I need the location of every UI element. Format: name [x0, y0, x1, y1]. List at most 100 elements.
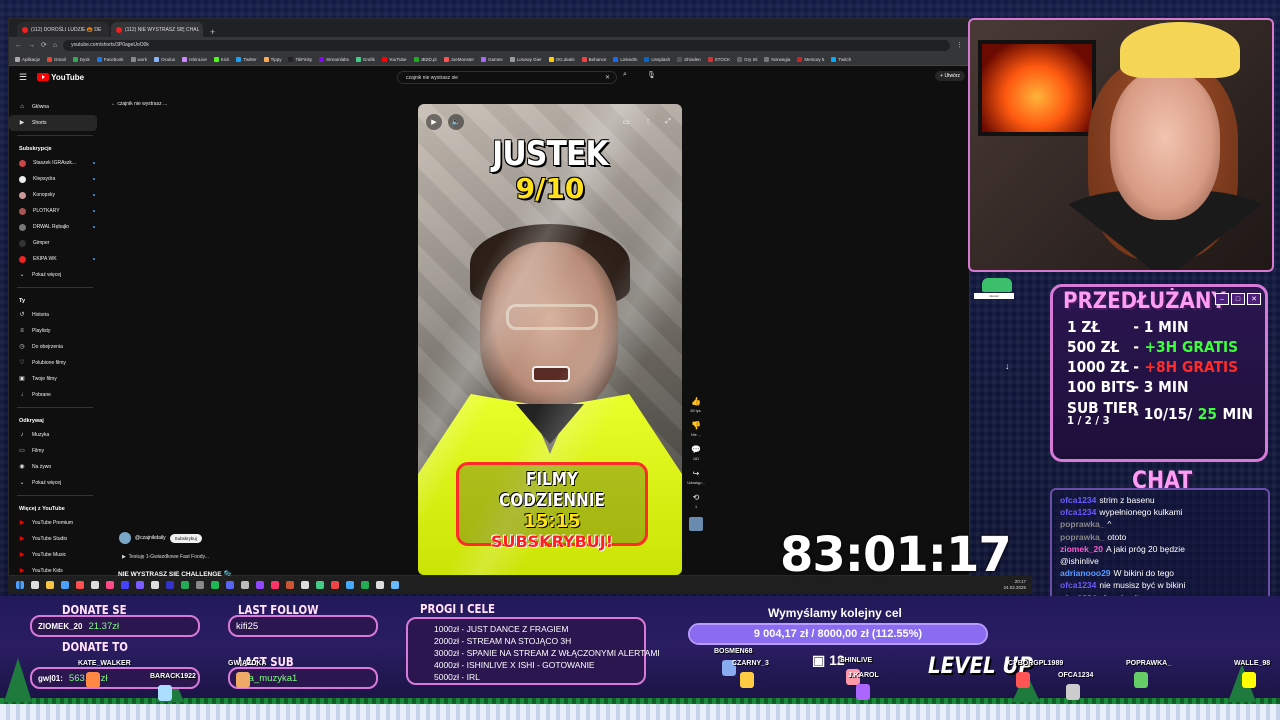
taskbar-app-icon[interactable]: [121, 581, 129, 589]
bookmark-item[interactable]: Streamlabs: [319, 56, 349, 62]
sidebar-item-more[interactable]: ▶ YouTube Music: [9, 547, 101, 563]
bookmark-item[interactable]: JoeMonster: [443, 56, 474, 62]
new-tab-icon[interactable]: +: [205, 27, 220, 37]
taskbar-app-icon[interactable]: [46, 581, 54, 589]
taskbar-app-icon[interactable]: [256, 581, 264, 589]
sidebar-item-subscription[interactable]: Staszek IGRAszk...: [9, 155, 101, 171]
short-action-thumbs-down[interactable]: 👎 Nie ...: [687, 421, 705, 437]
bookmark-item[interactable]: YouTube: [381, 56, 407, 62]
taskbar-app-icon[interactable]: [166, 581, 174, 589]
youtube-logo[interactable]: YouTube: [37, 73, 84, 82]
bookmark-item[interactable]: TikFinity: [288, 56, 312, 62]
subscribe-button[interactable]: Subskrybuj: [169, 533, 202, 543]
create-button[interactable]: + Utwórz: [935, 71, 965, 81]
taskbar-app-icon[interactable]: [106, 581, 114, 589]
reload-icon[interactable]: ⟳: [41, 41, 47, 49]
clear-search-icon[interactable]: ✕: [605, 74, 610, 81]
back-arrow-icon[interactable]: ←: [15, 42, 22, 49]
bookmark-item[interactable]: Kick: [213, 56, 229, 62]
home-icon[interactable]: ⌂: [53, 42, 57, 49]
chat-username[interactable]: ofca1234: [1060, 507, 1096, 517]
taskbar-app-icon[interactable]: [76, 581, 84, 589]
chat-username[interactable]: poprawka_: [1060, 519, 1104, 529]
sidebar-section-subscriptions[interactable]: Subskrypcje: [9, 140, 101, 155]
bookmark-item[interactable]: work: [130, 56, 147, 62]
volume-icon[interactable]: 🔈: [448, 114, 464, 130]
taskbar-app-icon[interactable]: [151, 581, 159, 589]
sidebar-item-more[interactable]: ▶ YouTube Studio: [9, 531, 101, 547]
sidebar-item-you[interactable]: ▣ Twoje filmy: [9, 371, 101, 387]
chat-username[interactable]: poprawka_: [1060, 532, 1104, 542]
short-action-share[interactable]: ↪ Udostęp...: [687, 469, 705, 485]
sidebar-item-subscription[interactable]: PLOTKARY: [9, 203, 101, 219]
playlist-link[interactable]: ▶ Testuję 1-Gwiazdkowe Fast Foody...: [122, 554, 209, 560]
bookmark-item[interactable]: Behance: [581, 56, 606, 62]
taskbar-app-icon[interactable]: [61, 581, 69, 589]
bookmark-item[interactable]: Dysk: [72, 56, 90, 62]
sidebar-item-you[interactable]: ◷ Do obejrzenia: [9, 339, 101, 355]
taskbar-app-icon[interactable]: [31, 581, 39, 589]
shorts-player[interactable]: ▶ 🔈 ▭ ⋮ ⤢ JUSTEK 9/10 FILMY CODZIENNIE 1…: [418, 104, 682, 575]
search-icon[interactable]: ⌕: [623, 71, 627, 79]
back-link[interactable]: ← czajnik nie wystrasz ...: [111, 101, 167, 107]
windows-start-icon[interactable]: [16, 581, 24, 589]
chat-username[interactable]: ofca1234: [1060, 580, 1096, 590]
chat-username[interactable]: adrianooo29: [1060, 568, 1111, 578]
taskbar-app-icon[interactable]: [391, 581, 399, 589]
bookmark-item[interactable]: Gmail: [47, 56, 66, 62]
taskbar-app-icon[interactable]: [226, 581, 234, 589]
sidebar-item-you[interactable]: ↺ Historia: [9, 307, 101, 323]
taskbar-app-icon[interactable]: [361, 581, 369, 589]
sidebar-item-subscription[interactable]: Gimper: [9, 235, 101, 251]
bookmark-item[interactable]: Twitch: [831, 56, 851, 62]
sidebar-item-subscription[interactable]: ⌄ Pokaż więcej: [9, 267, 101, 283]
taskbar-app-icon[interactable]: [271, 581, 279, 589]
taskbar-app-icon[interactable]: [136, 581, 144, 589]
sidebar-item-shorts[interactable]: ▶ Shorts: [9, 115, 97, 131]
bookmark-item[interactable]: OG.deals: [548, 56, 575, 62]
fullscreen-icon[interactable]: ⤢: [660, 114, 676, 130]
bookmark-item[interactable]: Games: [481, 56, 503, 62]
bookmark-item[interactable]: Twitter: [236, 56, 257, 62]
sidebar-item-explore[interactable]: ⌄ Pokaż więcej: [9, 475, 101, 491]
bookmark-item[interactable]: Memory 5: [797, 56, 824, 62]
chat-username[interactable]: ofca1234: [1060, 495, 1096, 505]
short-action-remix[interactable]: ⟲ 1: [687, 493, 705, 509]
short-action-thumbs-up[interactable]: 👍 65 tys.: [687, 397, 705, 413]
bookmark-item[interactable]: Facebook: [96, 56, 124, 62]
sidebar-item-subscription[interactable]: EKIPA WK: [9, 251, 101, 267]
menu-icon[interactable]: ☰: [19, 72, 27, 83]
bookmark-item[interactable]: Tippy: [263, 56, 281, 62]
sidebar-item-subscription[interactable]: Konopsky: [9, 187, 101, 203]
bookmark-item[interactable]: STOCK: [707, 56, 730, 62]
taskbar-app-icon[interactable]: [286, 581, 294, 589]
sidebar-item-you[interactable]: ≡ Playlisty: [9, 323, 101, 339]
sidebar-section-you[interactable]: Ty: [9, 292, 101, 307]
channel-avatar[interactable]: [119, 532, 131, 544]
sidebar-item-explore[interactable]: ◉ Na żywo: [9, 459, 101, 475]
taskbar-app-icon[interactable]: [316, 581, 324, 589]
chat-username[interactable]: ziomek_20: [1060, 544, 1103, 554]
forward-arrow-icon[interactable]: →: [28, 42, 35, 49]
bookmark-item[interactable]: Losowy Gier: [509, 56, 542, 62]
bookmark-item[interactable]: IshinLive: [182, 56, 207, 62]
taskbar-app-icon[interactable]: [211, 581, 219, 589]
url-field[interactable]: youtube.com/shorts/3P0ageUoO0k: [63, 39, 950, 51]
sidebar-item-you[interactable]: ♡ Polubione filmy: [9, 355, 101, 371]
sidebar-item-more[interactable]: ▶ YouTube Premium: [9, 515, 101, 531]
bookmark-item[interactable]: LinkedIn: [613, 56, 637, 62]
taskbar-app-icon[interactable]: [301, 581, 309, 589]
more-icon[interactable]: ⋮: [640, 114, 656, 130]
bookmark-item[interactable]: JBZD.pl: [413, 56, 437, 62]
taskbar-app-icon[interactable]: [241, 581, 249, 589]
bookmark-item[interactable]: Aplikacje: [15, 56, 40, 62]
extensions-icon[interactable]: ⋮: [956, 41, 963, 49]
sidebar-item-home[interactable]: ⌂ Główna: [9, 99, 101, 115]
sidebar-item-explore[interactable]: ▭ Filmy: [9, 443, 101, 459]
channel-name[interactable]: @czajnikdaily: [135, 535, 166, 541]
next-short-arrow-icon[interactable]: ↓: [1005, 361, 1010, 371]
bookmark-item[interactable]: Unsplash: [644, 56, 670, 62]
search-input[interactable]: czajnik nie wystrasz sie ✕: [397, 71, 617, 84]
taskbar-app-icon[interactable]: [376, 581, 384, 589]
sound-thumbnail[interactable]: [689, 517, 703, 531]
